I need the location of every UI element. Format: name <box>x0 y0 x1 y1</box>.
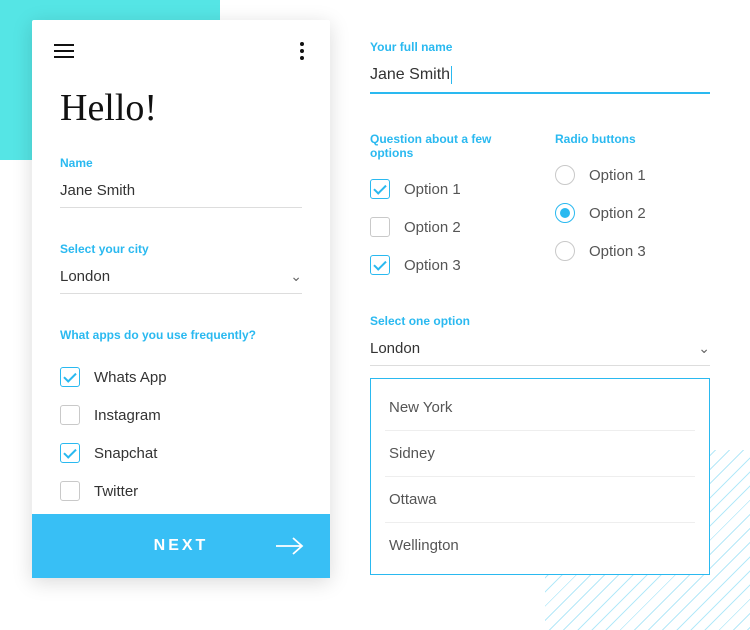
fullname-value: Jane Smith <box>370 66 450 83</box>
dropdown-item-wellington[interactable]: Wellington <box>385 523 695 568</box>
checkbox-icon <box>370 217 390 237</box>
checkbox-option-2[interactable]: Option 2 <box>370 208 525 246</box>
dropdown-item-newyork[interactable]: New York <box>385 385 695 431</box>
checkbox-icon <box>60 367 80 387</box>
app-label: Whats App <box>94 369 167 386</box>
more-icon[interactable] <box>296 38 308 64</box>
city-select[interactable]: London ⌄ <box>60 266 302 294</box>
select-field: Select one option London ⌄ New York Sidn… <box>370 314 710 575</box>
checkbox-option-1[interactable]: Option 1 <box>370 170 525 208</box>
option-label: Option 3 <box>404 257 461 274</box>
chevron-down-icon: ⌄ <box>290 268 302 285</box>
checkbox-icon <box>60 443 80 463</box>
app-checkbox-twitter[interactable]: Twitter <box>60 472 302 510</box>
dropdown-item-ottawa[interactable]: Ottawa <box>385 477 695 523</box>
apps-label: What apps do you use frequently? <box>60 328 302 342</box>
menu-icon[interactable] <box>54 44 74 58</box>
checkbox-icon <box>60 481 80 501</box>
checkbox-question-label: Question about a few options <box>370 132 525 160</box>
option-label: Option 1 <box>404 181 461 198</box>
option-label: Option 1 <box>589 167 646 184</box>
components-panel: Your full name Jane Smith Question about… <box>370 40 710 575</box>
option-label: Option 2 <box>404 219 461 236</box>
select-value: London <box>370 340 420 357</box>
radio-column: Radio buttons Option 1 Option 2 Option 3 <box>555 132 710 284</box>
name-field: Name <box>32 142 330 208</box>
app-label: Snapchat <box>94 445 157 462</box>
dropdown-menu: New York Sidney Ottawa Wellington <box>370 378 710 575</box>
next-button[interactable]: NEXT <box>32 514 330 578</box>
radio-option-3[interactable]: Option 3 <box>555 232 710 270</box>
checkbox-icon <box>370 179 390 199</box>
option-label: Option 2 <box>589 205 646 222</box>
city-value: London <box>60 268 110 285</box>
radio-icon <box>555 241 575 261</box>
fullname-label: Your full name <box>370 40 710 54</box>
apps-field: What apps do you use frequently? <box>32 314 330 352</box>
app-checkbox-whatsapp[interactable]: Whats App <box>60 358 302 396</box>
checkbox-icon <box>60 405 80 425</box>
checkbox-option-3[interactable]: Option 3 <box>370 246 525 284</box>
dropdown-item-sidney[interactable]: Sidney <box>385 431 695 477</box>
fullname-input[interactable]: Jane Smith <box>370 64 710 94</box>
text-cursor <box>451 66 452 84</box>
city-field: Select your city London ⌄ <box>32 228 330 294</box>
app-label: Instagram <box>94 407 161 424</box>
apps-list: Whats App Instagram Snapchat Twitter <box>32 352 330 510</box>
options-columns: Question about a few options Option 1 Op… <box>370 132 710 284</box>
select-dropdown[interactable]: London ⌄ <box>370 338 710 366</box>
app-checkbox-snapchat[interactable]: Snapchat <box>60 434 302 472</box>
greeting-title: Hello! <box>32 64 330 142</box>
city-label: Select your city <box>60 242 302 256</box>
next-label: NEXT <box>154 537 209 555</box>
checkbox-icon <box>370 255 390 275</box>
app-checkbox-instagram[interactable]: Instagram <box>60 396 302 434</box>
name-input[interactable] <box>60 180 302 208</box>
radio-option-1[interactable]: Option 1 <box>555 156 710 194</box>
card-header <box>32 20 330 64</box>
app-label: Twitter <box>94 483 138 500</box>
arrow-right-icon <box>276 537 304 555</box>
radio-label: Radio buttons <box>555 132 710 146</box>
option-label: Option 3 <box>589 243 646 260</box>
form-card: Hello! Name Select your city London ⌄ Wh… <box>32 20 330 578</box>
name-label: Name <box>60 156 302 170</box>
chevron-down-icon: ⌄ <box>698 340 710 357</box>
select-label: Select one option <box>370 314 710 328</box>
radio-icon <box>555 203 575 223</box>
radio-icon <box>555 165 575 185</box>
checkbox-column: Question about a few options Option 1 Op… <box>370 132 525 284</box>
radio-option-2[interactable]: Option 2 <box>555 194 710 232</box>
